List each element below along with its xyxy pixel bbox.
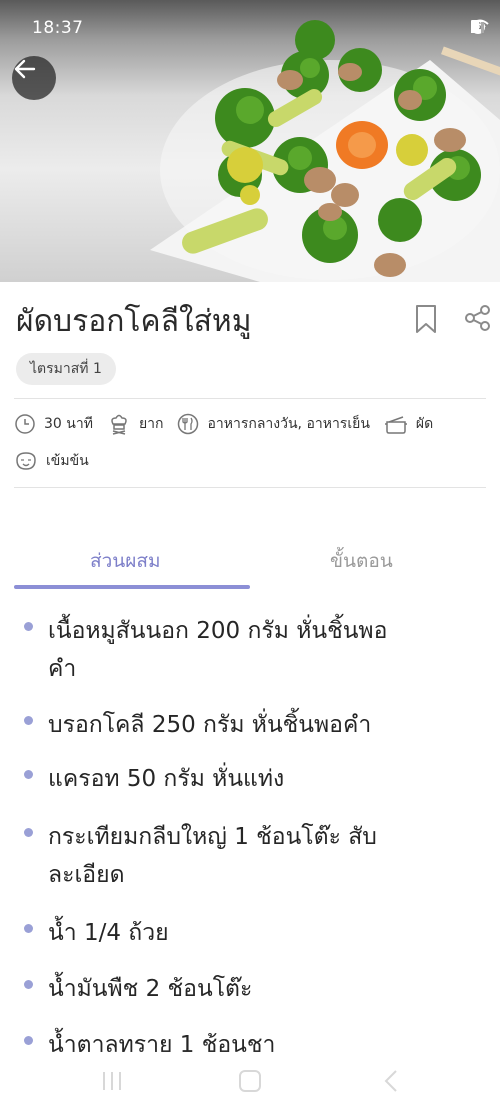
ingredient-line: น้ำมันพืช 2 ช้อนโต๊ะ (48, 976, 253, 1002)
ingredient-item: น้ำ 1/4 ถ้วย (48, 914, 468, 952)
ingredient-item: น้ำมันพืช 2 ช้อนโต๊ะ (48, 970, 468, 1008)
meta-taste: เข้มข้น (14, 450, 89, 472)
bullet (24, 924, 33, 933)
share-icon (465, 305, 490, 331)
meta-taste-label: เข้มข้น (46, 453, 89, 469)
recipe-meta-row: 30 นาที ยาก อาหารกลางวัน, อาหารเย็น ผัด (14, 412, 447, 436)
nav-bar-icons (103, 1070, 397, 1092)
divider (14, 487, 486, 488)
bullet (24, 770, 33, 779)
ingredient-line: น้ำ 1/4 ถ้วย (48, 920, 169, 946)
back-button[interactable] (12, 56, 56, 100)
meta-difficulty-label: ยาก (138, 416, 164, 432)
pot-icon (384, 416, 407, 434)
taste-face-icon (16, 452, 36, 470)
meta-meal: อาหารกลางวัน, อาหารเย็น (177, 413, 370, 435)
nav-back-icon (384, 1070, 397, 1092)
meta-time: 30 นาที (14, 413, 93, 435)
bullet (24, 622, 33, 631)
ingredient-item: กระเทียมกลีบใหญ่ 1 ช้อนโต๊ะ สับ ละเอียด (48, 818, 468, 894)
meta-method-label: ผัด (415, 416, 434, 432)
divider (14, 398, 486, 399)
status-bar: 18:37 (0, 0, 500, 56)
battery-icon (471, 20, 479, 33)
arrow-left-icon (14, 59, 36, 79)
ingredient-item: แครอท 50 กรัม หั่นแท่ง (48, 760, 468, 798)
chef-hat-icon (111, 414, 127, 435)
meta-method: ผัด (384, 413, 433, 435)
meta-difficulty: ยาก (107, 412, 164, 436)
ingredient-line: บรอกโคลี 250 กรัม หั่นชิ้นพอคำ (48, 712, 372, 738)
bookmark-button[interactable] (414, 304, 438, 338)
meta-time-label: 30 นาที (44, 416, 93, 432)
active-tab-indicator (14, 585, 250, 589)
recipe-meta-row-2: เข้มข้น (14, 450, 103, 472)
recipe-title: ผัดบรอกโคลีใส่หมู (16, 304, 252, 339)
tab-ingredients[interactable]: ส่วนผสม (90, 546, 161, 576)
status-time: 18:37 (32, 18, 84, 38)
ingredient-line: เนื้อหมูสันนอก 200 กรัม หั่นชิ้นพอ (48, 618, 388, 644)
clock-icon (15, 414, 35, 434)
ingredient-line: กระเทียมกลีบใหญ่ 1 ช้อนโต๊ะ สับ (48, 824, 377, 850)
bookmark-icon (416, 305, 436, 333)
ingredient-item: บรอกโคลี 250 กรัม หั่นชิ้นพอคำ (48, 706, 468, 744)
ingredient-line: แครอท 50 กรัม หั่นแท่ง (48, 766, 285, 792)
ingredient-line: คำ (48, 656, 77, 682)
bullet (24, 1036, 33, 1045)
ingredient-item: เนื้อหมูสันนอก 200 กรัม หั่นชิ้นพอ คำ (48, 612, 468, 688)
recipe-hero-image: 18:37 (0, 0, 500, 282)
bullet (24, 828, 33, 837)
utensils-icon (178, 413, 199, 435)
trimester-chip[interactable]: ไตรมาสที่ 1 (16, 353, 116, 385)
ingredient-line: ละเอียด (48, 862, 125, 888)
tab-steps[interactable]: ขั้นตอน (330, 546, 393, 576)
system-nav-bar (0, 1060, 500, 1111)
home-icon (239, 1070, 261, 1092)
recents-icon (103, 1072, 121, 1090)
bullet (24, 716, 33, 725)
bullet (24, 980, 33, 989)
share-button[interactable] (464, 304, 492, 336)
meta-meal-label: อาหารกลางวัน, อาหารเย็น (207, 416, 370, 432)
